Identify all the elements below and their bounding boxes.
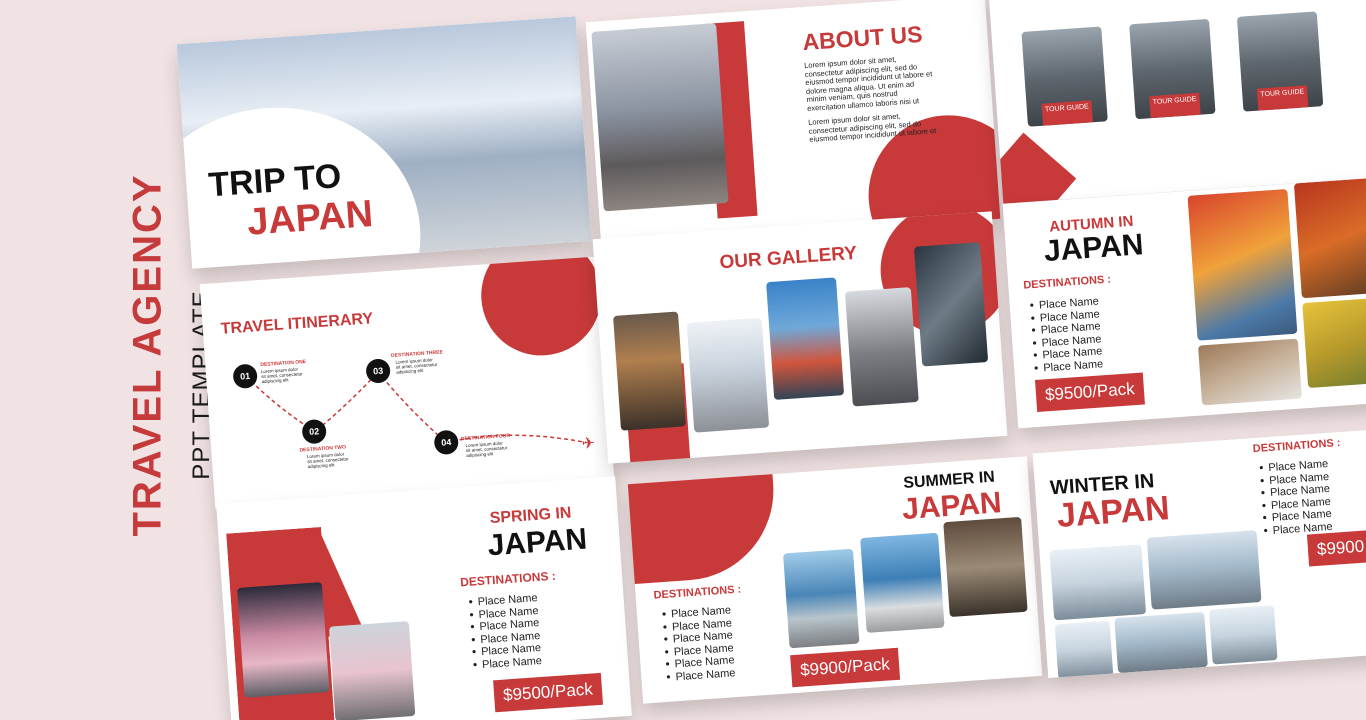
city-photo bbox=[591, 23, 729, 212]
slide-gallery[interactable]: OUR GALLERY bbox=[592, 211, 1008, 464]
autumn-dest-label: DESTINATIONS : bbox=[1022, 273, 1112, 292]
summer-photo-2 bbox=[860, 532, 945, 633]
gallery-photo-2 bbox=[686, 317, 770, 433]
autumn-title-line2: JAPAN bbox=[1042, 228, 1145, 269]
spring-title-line2: JAPAN bbox=[486, 522, 589, 563]
winter-place-list: Place Name Place Name Place Name Place N… bbox=[1259, 458, 1333, 538]
summer-photo-1 bbox=[783, 548, 860, 649]
guide-label-2: TOUR GUIDE bbox=[1149, 92, 1201, 119]
summer-place-list: Place Name Place Name Place Name Place N… bbox=[662, 604, 736, 684]
slide-winter[interactable]: WINTER IN JAPAN DESTINATIONS : Place Nam… bbox=[1032, 427, 1366, 678]
itinerary-text-1: Lorem ipsum dolor sit amet, consectetur … bbox=[260, 366, 303, 385]
gallery-title: OUR GALLERY bbox=[718, 242, 858, 274]
slide-summer[interactable]: SUMMER IN JAPAN DESTINATIONS : Place Nam… bbox=[627, 456, 1043, 704]
spring-photo-2 bbox=[328, 621, 416, 720]
guide-role-1: TOUR GUIDE bbox=[1044, 103, 1089, 114]
guide-label-1: TOUR GUIDE bbox=[1041, 100, 1093, 126]
summer-price-badge: $9900/Pack bbox=[790, 647, 900, 688]
winter-photo-1 bbox=[1049, 544, 1147, 621]
autumn-place-list: Place Name Place Name Place Name Place N… bbox=[1029, 295, 1104, 375]
spring-dest-label: DESTINATIONS : bbox=[459, 568, 557, 590]
autumn-photo-2 bbox=[1293, 177, 1366, 299]
guide-label-3: TOUR GUIDE bbox=[1256, 85, 1309, 111]
slide-team[interactable]: TOUR GUIDE TOUR GUIDE TOUR GUIDE bbox=[987, 0, 1366, 204]
spring-price-badge: $9500/Pack bbox=[493, 672, 603, 713]
winter-photo-4 bbox=[1114, 611, 1208, 674]
autumn-photo-3 bbox=[1197, 338, 1302, 406]
itinerary-text-4: Lorem ipsum dolor sit amet, consectetur … bbox=[465, 440, 508, 459]
guide-role-2: TOUR GUIDE bbox=[1152, 95, 1197, 107]
winter-photo-5 bbox=[1208, 605, 1278, 665]
red-corner-shape bbox=[627, 456, 780, 586]
gallery-photo-4 bbox=[844, 287, 919, 407]
winter-dest-label: DESTINATIONS : bbox=[1252, 437, 1341, 456]
gallery-photo-1 bbox=[613, 311, 686, 431]
spring-place-list: Place Name Place Name Place Name Place N… bbox=[468, 592, 542, 672]
gallery-photo-5 bbox=[913, 242, 989, 367]
summer-dest-label: DESTINATIONS : bbox=[653, 583, 742, 602]
slide-spring[interactable]: SPRING IN JAPAN DESTINATIONS : Place Nam… bbox=[216, 476, 632, 720]
gallery-photo-3 bbox=[766, 277, 845, 400]
itinerary-text-3: Lorem ipsum dolor sit amet, consectetur … bbox=[395, 357, 438, 375]
autumn-price-badge: $9500/Pack bbox=[1034, 372, 1145, 412]
summer-photo-3 bbox=[943, 516, 1028, 618]
slide-about[interactable]: ABOUT US Lorem ipsum dolor sit amet, con… bbox=[585, 0, 1001, 247]
slide-itinerary[interactable]: TRAVEL ITINERARY 01 DESTINATION ONE Lore… bbox=[199, 256, 615, 509]
winter-price-badge: $9900 bbox=[1306, 530, 1366, 567]
about-para-1: Lorem ipsum dolor sit amet, consectetur … bbox=[803, 54, 933, 113]
winter-photo-3 bbox=[1054, 620, 1114, 678]
slide-cover[interactable]: TRIP TO JAPAN bbox=[176, 16, 592, 269]
side-title-text: TRAVEL AGENCY bbox=[125, 173, 170, 537]
spring-photo-1 bbox=[237, 582, 330, 698]
winter-title-line2: JAPAN bbox=[1055, 489, 1171, 535]
red-corner-shape bbox=[987, 132, 1077, 204]
winter-photo-2 bbox=[1146, 530, 1262, 610]
autumn-photo-4 bbox=[1302, 296, 1366, 389]
itinerary-text-2: Lorem ipsum dolor sit amet, consectetur … bbox=[306, 451, 349, 470]
cover-title-line2: JAPAN bbox=[245, 192, 375, 244]
about-title: ABOUT US bbox=[801, 20, 924, 56]
autumn-photo-1 bbox=[1187, 188, 1298, 341]
guide-role-3: TOUR GUIDE bbox=[1260, 88, 1305, 99]
airplane-icon: ✈ bbox=[581, 435, 596, 453]
red-triangle-shape bbox=[318, 524, 366, 637]
slide-autumn[interactable]: AUTUMN IN JAPAN DESTINATIONS : Place Nam… bbox=[1002, 176, 1366, 429]
